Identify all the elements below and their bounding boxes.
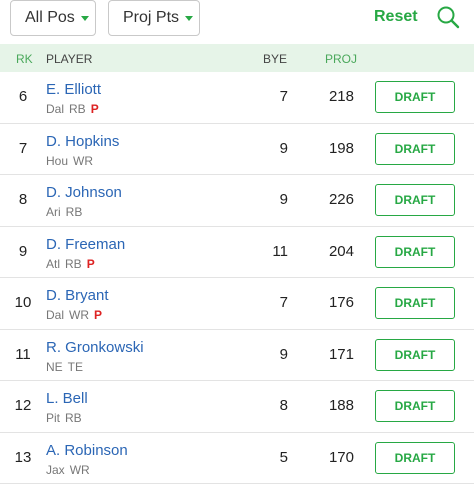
player-list: 6E. ElliottDalRBP7218DRAFT7D. HopkinsHou… xyxy=(0,72,474,484)
player-team: Dal xyxy=(46,102,64,116)
player-name-link[interactable]: D. Hopkins xyxy=(46,133,119,150)
player-bye: 7 xyxy=(280,294,288,311)
chevron-down-icon xyxy=(185,16,193,21)
sort-dropdown[interactable]: Proj Pts xyxy=(108,0,200,36)
player-name-link[interactable]: R. Gronkowski xyxy=(46,339,144,356)
player-team: Hou xyxy=(46,154,68,168)
player-team: Jax xyxy=(46,463,65,477)
player-position: TE xyxy=(68,360,83,374)
table-row: 7D. Hopkins Hou WR 9 198 DRAFT xyxy=(0,124,474,176)
player-bye: 7 xyxy=(280,88,288,105)
player-proj: 226 xyxy=(329,191,354,208)
player-team: Pit xyxy=(46,411,60,425)
player-proj: 204 xyxy=(329,243,354,260)
table-row: 9D. Freeman Atl RB P 11 204 DRAFT xyxy=(0,227,474,279)
player-position: RB xyxy=(66,205,83,219)
header-bye[interactable]: BYE xyxy=(263,52,287,66)
probable-badge: P xyxy=(91,102,99,116)
player-bye: 9 xyxy=(280,140,288,157)
player-bye: 11 xyxy=(272,243,288,260)
player-meta: NE TE xyxy=(46,360,83,374)
player-meta: Ari RB xyxy=(46,205,82,219)
player-position: WR xyxy=(69,308,89,322)
player-rank: 6 xyxy=(0,88,46,105)
table-row: 10D. Bryant Dal WR P 7 176 DRAFT xyxy=(0,278,474,330)
draft-button[interactable]: DRAFT xyxy=(375,133,455,165)
player-meta: Dal WR P xyxy=(46,308,102,322)
player-proj: 170 xyxy=(329,449,354,466)
player-position: RB xyxy=(69,102,86,116)
reset-button[interactable]: Reset xyxy=(374,8,418,26)
draft-button[interactable]: DRAFT xyxy=(375,287,455,319)
player-rank: 13 xyxy=(0,449,46,466)
player-meta: Hou WR xyxy=(46,154,93,168)
player-position: RB xyxy=(65,411,82,425)
player-position: RB xyxy=(65,257,82,271)
player-name-link[interactable]: D. Bryant xyxy=(46,287,109,304)
table-row: 13A. Robinson Jax WR 5 170 DRAFT xyxy=(0,433,474,484)
player-rank: 12 xyxy=(0,397,46,414)
player-team: Ari xyxy=(46,205,61,219)
player-name-link[interactable]: D. Freeman xyxy=(46,236,125,253)
player-proj: 198 xyxy=(329,140,354,157)
player-proj: 218 xyxy=(329,88,354,105)
table-header: RK PLAYER BYE PROJ xyxy=(0,44,474,72)
player-proj: 176 xyxy=(329,294,354,311)
player-meta: Atl RB P xyxy=(46,257,95,271)
player-rank: 8 xyxy=(0,191,46,208)
player-meta: Jax WR xyxy=(46,463,90,477)
sort-label: Proj Pts xyxy=(109,9,179,27)
draft-button[interactable]: DRAFT xyxy=(375,184,455,216)
player-team: Dal xyxy=(46,308,64,322)
player-name-link[interactable]: L. Bell xyxy=(46,390,88,407)
draft-button[interactable]: DRAFT xyxy=(375,390,455,422)
player-proj: 188 xyxy=(329,397,354,414)
draft-button[interactable]: DRAFT xyxy=(375,81,455,113)
player-team: NE xyxy=(46,360,63,374)
header-rank[interactable]: RK xyxy=(16,52,33,66)
draft-button[interactable]: DRAFT xyxy=(375,442,455,474)
player-name-link[interactable]: D. Johnson xyxy=(46,184,122,201)
header-player[interactable]: PLAYER xyxy=(46,52,92,66)
search-icon[interactable] xyxy=(436,5,460,29)
filter-toolbar: All Pos Proj Pts Reset xyxy=(0,0,474,44)
position-filter-label: All Pos xyxy=(11,9,75,27)
table-row: 11R. Gronkowski NE TE 9 171 DRAFT xyxy=(0,330,474,382)
player-rank: 7 xyxy=(0,140,46,157)
player-rank: 10 xyxy=(0,294,46,311)
chevron-down-icon xyxy=(81,16,89,21)
position-filter-dropdown[interactable]: All Pos xyxy=(10,0,96,36)
player-bye: 9 xyxy=(280,346,288,363)
player-position: WR xyxy=(73,154,93,168)
probable-badge: P xyxy=(87,257,95,271)
table-row: 8D. Johnson Ari RB 9 226 DRAFT xyxy=(0,175,474,227)
player-rank: 11 xyxy=(0,346,46,363)
player-meta: Pit RB xyxy=(46,411,82,425)
player-position: WR xyxy=(70,463,90,477)
player-proj: 171 xyxy=(329,346,354,363)
player-meta: Dal RB P xyxy=(46,102,99,116)
player-bye: 5 xyxy=(280,449,288,466)
draft-button[interactable]: DRAFT xyxy=(375,236,455,268)
table-row: 12L. Bell Pit RB 8 188 DRAFT xyxy=(0,381,474,433)
player-name-link[interactable]: A. Robinson xyxy=(46,442,128,459)
player-bye: 9 xyxy=(280,191,288,208)
player-name-link[interactable]: E. Elliott xyxy=(46,81,101,98)
player-bye: 8 xyxy=(280,397,288,414)
player-team: Atl xyxy=(46,257,60,271)
player-rank: 9 xyxy=(0,243,46,260)
header-proj[interactable]: PROJ xyxy=(325,52,357,66)
draft-button[interactable]: DRAFT xyxy=(375,339,455,371)
probable-badge: P xyxy=(94,308,102,322)
table-row: 6E. Elliott Dal RB P 7 218 DRAFT xyxy=(0,72,474,124)
